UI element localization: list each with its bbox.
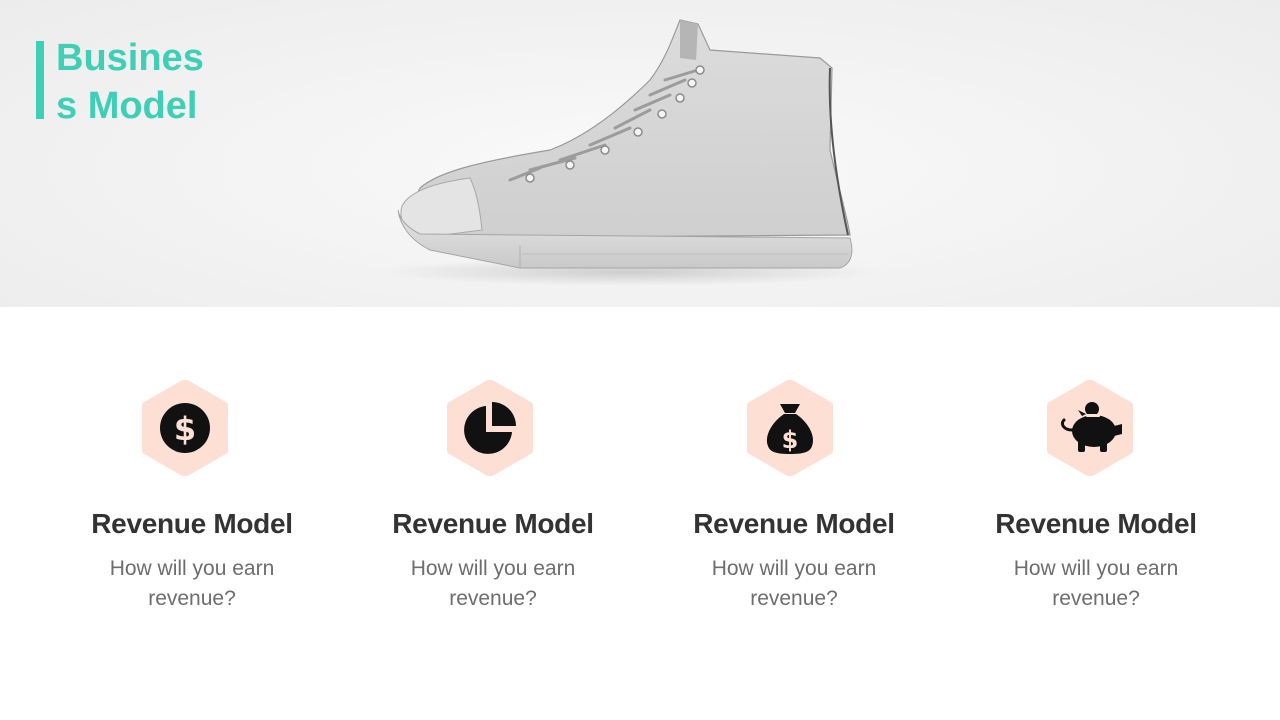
sneaker-image [380, 19, 880, 286]
title-block: Business Model [36, 34, 216, 130]
slide-title: Business Model [56, 37, 204, 127]
piggy-bank-icon [1042, 380, 1138, 476]
feature-description: How will you earn revenue? [711, 557, 877, 610]
svg-text:$: $ [174, 410, 196, 448]
feature-title: Revenue Model [392, 508, 594, 539]
title-accent-bar [36, 41, 44, 119]
feature-title: Revenue Model [995, 508, 1197, 539]
feature-title: Revenue Model [91, 508, 293, 539]
feature-description: How will you earn revenue? [410, 557, 576, 610]
feature-title: Revenue Model [693, 508, 895, 539]
hero-banner: Business Model [0, 0, 1280, 307]
pie-chart-icon [442, 380, 538, 476]
feature-description: How will you earn revenue? [1013, 557, 1179, 610]
svg-text:$: $ [782, 426, 799, 454]
feature-row: $ Revenue Model How will you earn revenu… [0, 380, 1280, 640]
money-bag-icon: $ [742, 380, 838, 476]
feature-description: How will you earn revenue? [109, 557, 275, 610]
slide: Business Model $ Revenue Model How will … [0, 0, 1280, 720]
dollar-circle-icon: $ [137, 380, 233, 476]
